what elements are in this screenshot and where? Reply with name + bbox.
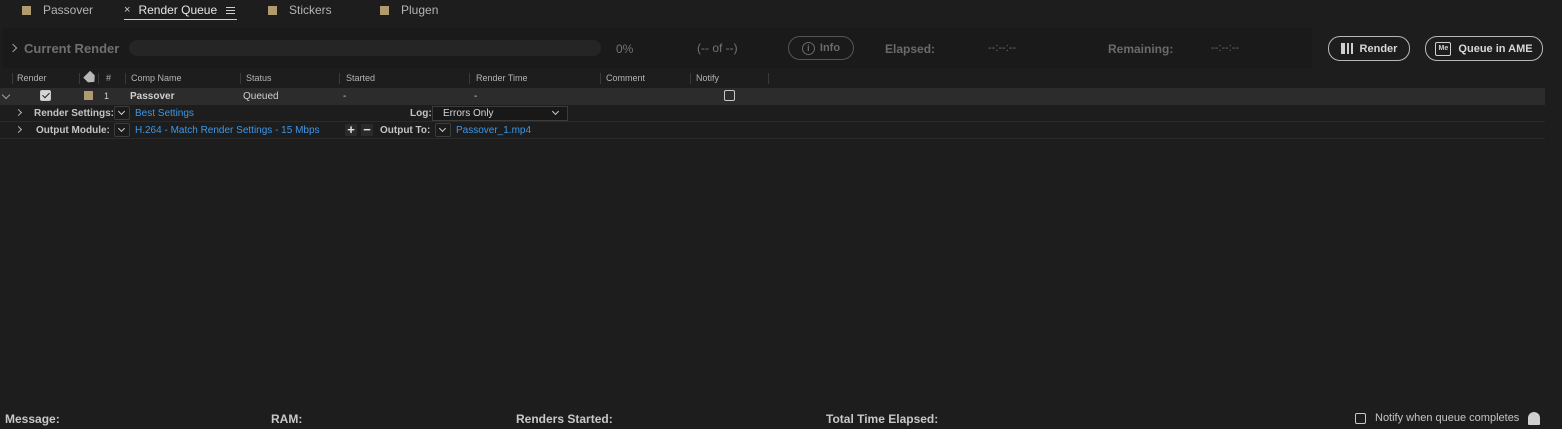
chevron-right-icon[interactable] [8, 43, 18, 53]
column-started[interactable]: Started [346, 73, 375, 83]
label-color-swatch [268, 5, 277, 15]
chevron-down-icon [551, 107, 560, 116]
tab-label: Stickers [289, 3, 332, 17]
column-number[interactable]: # [106, 73, 111, 83]
tab-stickers[interactable]: Stickers [268, 0, 332, 20]
column-divider [240, 73, 241, 84]
current-render-panel: Current Render 0% (-- of --) i Info Elap… [2, 28, 1312, 68]
current-render-label: Current Render [24, 41, 120, 56]
output-to-dropdown[interactable] [435, 123, 451, 137]
queue-in-ame-button[interactable]: Me Queue in AME [1425, 36, 1543, 61]
chevron-right-icon[interactable] [14, 125, 23, 134]
render-settings-label: Render Settings: [34, 108, 115, 119]
column-divider [690, 73, 691, 84]
column-divider [469, 73, 470, 84]
output-to-label: Output To: [380, 125, 431, 136]
render-button-label: Render [1359, 42, 1398, 55]
add-output-module-button[interactable]: + [345, 123, 357, 136]
status-text: Queued [243, 91, 279, 102]
message-label: Message: [5, 412, 60, 426]
column-divider [600, 73, 601, 84]
label-color-swatch[interactable] [84, 91, 93, 100]
close-icon[interactable]: × [124, 4, 130, 16]
log-select[interactable]: Errors Only [432, 106, 568, 121]
output-module-dropdown[interactable] [114, 123, 130, 137]
column-status[interactable]: Status [246, 73, 272, 83]
ram-label: RAM: [271, 412, 303, 426]
render-time-value: - [474, 91, 478, 102]
column-divider [125, 73, 126, 84]
bell-settings-icon[interactable] [1528, 412, 1540, 425]
tab-render-queue[interactable]: × Render Queue [124, 0, 238, 20]
output-to-link[interactable]: Passover_1.mp4 [456, 125, 531, 136]
output-module-label: Output Module: [36, 125, 110, 136]
column-comment[interactable]: Comment [606, 73, 645, 83]
remove-output-module-button[interactable]: − [361, 123, 373, 136]
render-button[interactable]: Render [1328, 36, 1410, 61]
panel-tabs: Passover × Render Queue Stickers Plugen [0, 0, 1562, 22]
remaining-label: Remaining: [1108, 42, 1174, 56]
renders-started-label: Renders Started: [516, 412, 613, 426]
tab-plugen[interactable]: Plugen [380, 0, 438, 20]
chevron-down-icon[interactable] [1, 90, 11, 100]
elapsed-value: --:--:-- [988, 42, 1017, 54]
notify-complete-label: Notify when queue completes [1375, 412, 1520, 424]
column-notify[interactable]: Notify [696, 73, 719, 83]
render-settings-dropdown[interactable] [114, 106, 130, 120]
label-color-swatch [380, 5, 389, 15]
output-module-link[interactable]: H.264 - Match Render Settings - 15 Mbps [135, 125, 320, 136]
notify-checkbox[interactable] [724, 90, 735, 101]
column-divider [98, 73, 99, 84]
column-comp-name[interactable]: Comp Name [131, 73, 182, 83]
column-divider [339, 73, 340, 84]
progress-percent: 0% [616, 42, 634, 56]
queue-item-row[interactable]: 1 Passover Queued - - [0, 88, 1545, 105]
chevron-right-icon[interactable] [14, 108, 23, 117]
label-color-swatch [22, 5, 31, 15]
tab-label: Render Queue [138, 3, 218, 17]
info-button-label: Info [819, 42, 841, 54]
elapsed-label: Elapsed: [885, 42, 936, 56]
tab-passover[interactable]: Passover [22, 0, 93, 20]
tab-label: Plugen [401, 3, 439, 17]
column-render[interactable]: Render [17, 73, 47, 83]
remaining-value: --:--:-- [1211, 42, 1240, 54]
tab-label: Passover [43, 3, 94, 17]
output-module-row: Output Module: H.264 - Match Render Sett… [0, 122, 1545, 139]
notify-complete-checkbox[interactable] [1355, 412, 1366, 424]
render-checkbox[interactable] [40, 90, 51, 101]
render-progress-bar [129, 40, 601, 56]
render-flag-icon [1340, 43, 1353, 54]
column-render-time[interactable]: Render Time [476, 73, 528, 83]
column-divider [79, 73, 80, 84]
log-label: Log: [410, 108, 432, 119]
status-bar: Message: RAM: Renders Started: Total Tim… [0, 409, 1562, 429]
comp-name: Passover [130, 91, 175, 102]
queue-column-header: Render # Comp Name Status Started Render… [0, 71, 1562, 87]
render-count: (-- of --) [697, 41, 738, 55]
media-encoder-icon: Me [1435, 41, 1452, 56]
hamburger-menu-icon[interactable] [226, 5, 236, 16]
info-button[interactable]: i Info [788, 36, 854, 60]
info-icon: i [801, 41, 815, 55]
queue-in-ame-label: Queue in AME [1458, 42, 1533, 55]
render-settings-link[interactable]: Best Settings [135, 108, 194, 119]
render-settings-row: Render Settings: Best Settings Log: Erro… [0, 105, 1545, 122]
column-divider [12, 73, 13, 84]
started-value: - [343, 91, 347, 102]
queue-number: 1 [104, 91, 110, 101]
total-time-elapsed-label: Total Time Elapsed: [826, 412, 939, 426]
column-divider [768, 73, 769, 84]
notify-when-complete[interactable]: Notify when queue completes [1355, 412, 1519, 424]
log-select-value: Errors Only [443, 108, 494, 119]
